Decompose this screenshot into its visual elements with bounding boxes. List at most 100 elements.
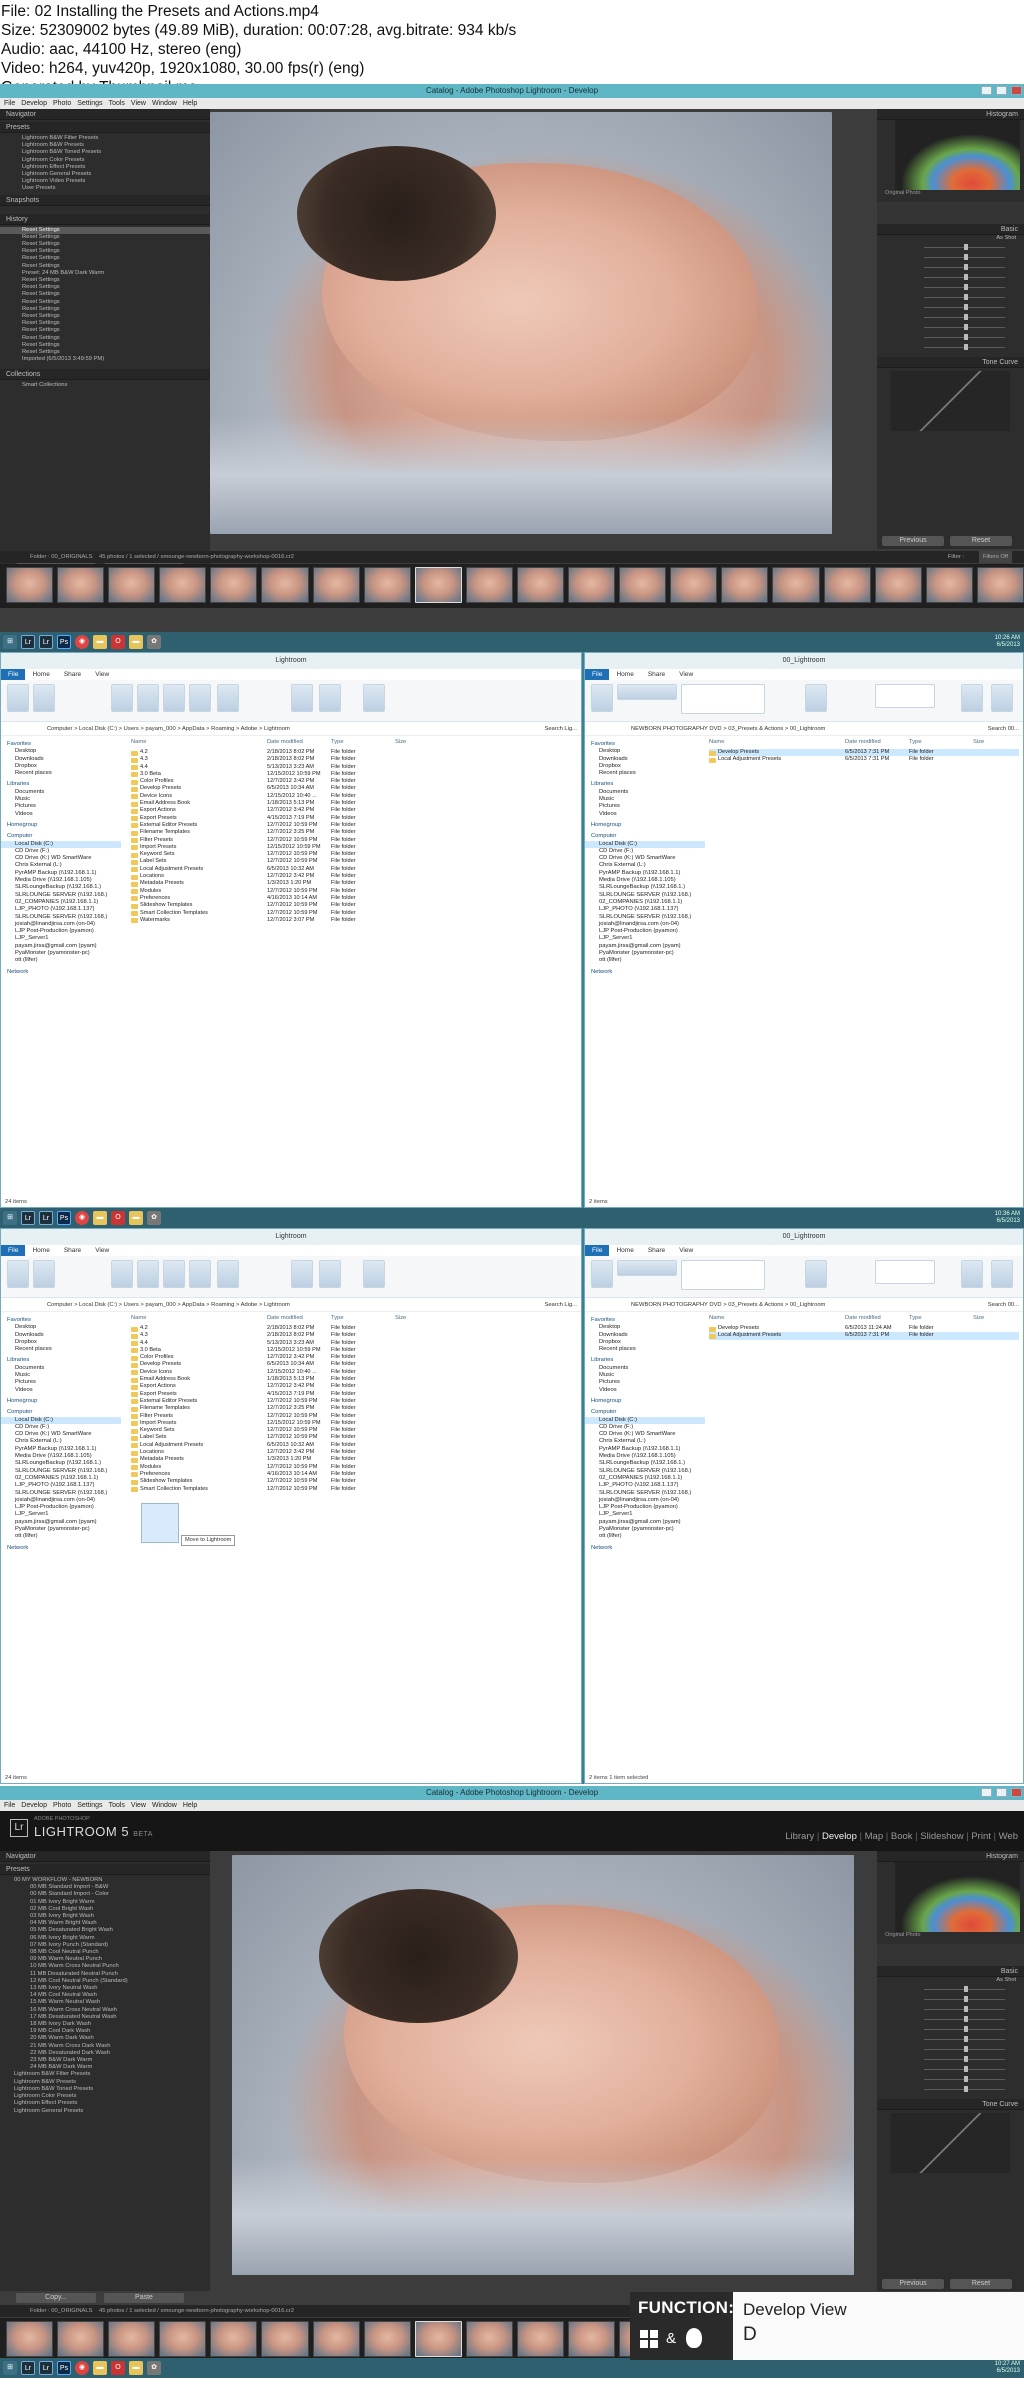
app-icon[interactable]: ✿ xyxy=(147,1211,161,1225)
shadows-slider[interactable] xyxy=(883,2035,1018,2043)
filmstrip-thumbnail[interactable] xyxy=(516,2321,565,2357)
nav-item[interactable]: josiah@linandjirsa.com (on-04) xyxy=(585,921,705,928)
nav-item[interactable]: Videos xyxy=(585,1387,705,1394)
whites-slider[interactable] xyxy=(883,2045,1018,2053)
maximize-button[interactable] xyxy=(996,1788,1007,1797)
filters-off-dropdown[interactable]: Filters Off xyxy=(978,551,1012,563)
preset-item[interactable]: 07 MB Ivory Punch (Standard) xyxy=(0,1942,210,1949)
highlights-slider[interactable] xyxy=(883,283,1018,291)
select-all-button[interactable] xyxy=(363,684,385,712)
table-row[interactable]: Smart Collection Templates 12/7/2012 10:5… xyxy=(131,910,431,917)
nav-item[interactable]: Recent places xyxy=(585,770,705,777)
nav-item[interactable]: Downloads xyxy=(1,1332,121,1339)
search-input[interactable]: Search 00... xyxy=(988,722,1019,735)
nav-favorites[interactable]: Favorites xyxy=(585,1317,705,1324)
nav-item[interactable]: LJP_Server1 xyxy=(1,935,121,942)
menu-tools[interactable]: Tools xyxy=(109,100,125,107)
table-row[interactable]: Import Presets 12/15/2012 10:59 PM File fo… xyxy=(131,1420,431,1427)
nav-item[interactable]: SLRLOUNGE SERVER (\\192.168.) xyxy=(585,1468,705,1475)
address-bar[interactable]: Computer > Local Disk (C:) > Users > pay… xyxy=(1,1298,581,1312)
windows-start-icon[interactable]: ⊞ xyxy=(3,2361,17,2375)
nav-libraries[interactable]: Libraries xyxy=(585,781,705,788)
nav-item[interactable]: LJP_PHOTO (\\192.168.1.137) xyxy=(1,1482,121,1489)
history-step[interactable]: Reset Settings xyxy=(0,306,210,313)
previous-button[interactable]: Previous xyxy=(882,536,944,546)
table-row[interactable]: Local Adjustment Presets 6/5/2013 10:32 A… xyxy=(131,1442,431,1449)
nav-network[interactable]: Network xyxy=(1,969,121,976)
nav-item[interactable]: payam.jirsa@gmail.com (pyam) xyxy=(585,943,705,950)
nav-item[interactable]: Local Disk (C:) xyxy=(585,840,705,848)
table-row[interactable]: Email Address Book 1/18/2013 5:13 PM File … xyxy=(131,800,431,807)
nav-item[interactable]: SLRLoungeBackup (\\192.168.1.) xyxy=(1,884,121,891)
nav-item[interactable]: Media Drive (\\192.168.1.105) xyxy=(1,1453,121,1460)
col-date[interactable]: Date modified xyxy=(267,1315,331,1321)
filmstrip-thumbnail[interactable] xyxy=(261,2321,309,2357)
table-row[interactable]: Color Profiles 12/7/2012 3:42 PM File fold… xyxy=(131,1354,431,1361)
table-row[interactable]: Smart Collection Templates 12/7/2012 10:5… xyxy=(131,1486,431,1493)
tab-share[interactable]: Share xyxy=(57,669,88,680)
nav-item[interactable]: LJP_Server1 xyxy=(585,935,705,942)
table-row[interactable]: Keyword Sets 12/7/2012 10:59 PM File folde… xyxy=(131,1427,431,1434)
tone-curve-header[interactable]: Tone Curve xyxy=(877,357,1024,368)
nav-item[interactable]: Music xyxy=(1,796,121,803)
minimize-button[interactable] xyxy=(981,86,992,95)
open-button[interactable] xyxy=(319,684,341,712)
preset-item[interactable]: 11 MB Desaturated Neutral Punch xyxy=(0,1971,210,1978)
nav-item[interactable]: LJP Post-Production (pyamon) xyxy=(585,928,705,935)
nav-item[interactable]: LJP_Server1 xyxy=(1,1511,121,1518)
preset-item[interactable]: 14 MB Cool Neutral Wash xyxy=(0,1992,210,1999)
lightroom-icon[interactable]: Lr xyxy=(21,635,35,649)
preset-item[interactable]: 20 MB Warm Dark Wash xyxy=(0,2035,210,2042)
nav-item[interactable]: Chris External (L:) xyxy=(585,1438,705,1445)
col-type[interactable]: Type xyxy=(909,739,973,745)
new-folder-button[interactable] xyxy=(217,1260,239,1288)
filmstrip-thumbnail[interactable] xyxy=(516,567,565,603)
filmstrip-thumbnail[interactable] xyxy=(414,567,462,603)
nav-item[interactable]: SLRLoungeBackup (\\192.168.1.) xyxy=(1,1460,121,1467)
collections-header[interactable]: Collections xyxy=(0,369,210,381)
new-folder-button[interactable] xyxy=(217,684,239,712)
filmstrip-thumbnail[interactable] xyxy=(312,567,360,603)
tab-view[interactable]: View xyxy=(88,1245,116,1256)
filmstrip-thumbnail[interactable] xyxy=(568,567,616,603)
table-row[interactable]: Develop Presets 6/5/2013 7:31 PM File fold… xyxy=(709,749,1019,757)
nav-item[interactable]: SLRLOUNGE SERVER (\\192.168.) xyxy=(585,1490,705,1497)
filmstrip-thumbnail[interactable] xyxy=(6,567,54,603)
tab-home[interactable]: Home xyxy=(25,669,56,680)
preset-folder[interactable]: Lightroom Color Presets xyxy=(0,157,210,164)
tab-share[interactable]: Share xyxy=(57,1245,88,1256)
opera-icon[interactable]: O xyxy=(111,2361,125,2375)
nav-item[interactable]: Pictures xyxy=(585,1379,705,1386)
nav-item[interactable]: Local Disk (C:) xyxy=(585,1416,705,1424)
preset-folder[interactable]: Lightroom B&W Toned Presets xyxy=(0,149,210,156)
table-row[interactable]: 4.4 5/13/2013 3:23 AM File folder xyxy=(131,764,431,771)
windows-start-icon[interactable]: ⊞ xyxy=(3,1211,17,1225)
col-name[interactable]: Name xyxy=(709,1315,845,1321)
tab-home[interactable]: Home xyxy=(609,1245,640,1256)
preset-item[interactable]: 13 MB Ivory Neutral Wash xyxy=(0,1985,210,1992)
nav-item[interactable]: Chris External (L:) xyxy=(585,862,705,869)
nav-item[interactable]: LJP Post-Production (pyamon) xyxy=(585,1504,705,1511)
nav-item[interactable]: Desktop xyxy=(1,748,121,755)
hide-selected-button[interactable] xyxy=(961,684,983,712)
table-row[interactable]: Filename Templates 12/7/2012 3:25 PM File … xyxy=(131,1405,431,1413)
nav-item[interactable]: Videos xyxy=(1,1387,121,1394)
nav-item[interactable]: Pictures xyxy=(585,803,705,810)
folder-icon[interactable]: ▬ xyxy=(129,1211,143,1225)
nav-item[interactable]: ott (lllfer) xyxy=(1,957,121,964)
previous-button[interactable]: Previous xyxy=(882,2279,944,2289)
table-row[interactable]: Develop Presets 6/5/2013 10:34 AM File fol… xyxy=(131,785,431,793)
nav-item[interactable]: CD Drive (K:) WD SmartWare xyxy=(1,855,121,862)
filmstrip-thumbnail[interactable] xyxy=(57,2321,105,2357)
basic-header[interactable]: Basic xyxy=(877,224,1024,235)
table-row[interactable]: Preferences 4/16/2013 10:14 AM File folder xyxy=(131,895,431,902)
menu-develop[interactable]: Develop xyxy=(21,100,47,107)
filmstrip-thumbnail[interactable] xyxy=(363,567,411,603)
history-header[interactable]: History xyxy=(0,213,210,225)
properties-button[interactable] xyxy=(291,1260,313,1288)
table-row[interactable]: Device Icons 12/15/2012 10:40 ... File fol… xyxy=(131,793,431,800)
filmstrip-thumbnail[interactable] xyxy=(619,567,667,603)
nav-item[interactable]: LJP_PHOTO (\\192.168.1.137) xyxy=(585,1482,705,1489)
tab-view[interactable]: View xyxy=(88,669,116,680)
lightroom-icon[interactable]: Lr xyxy=(39,635,53,649)
